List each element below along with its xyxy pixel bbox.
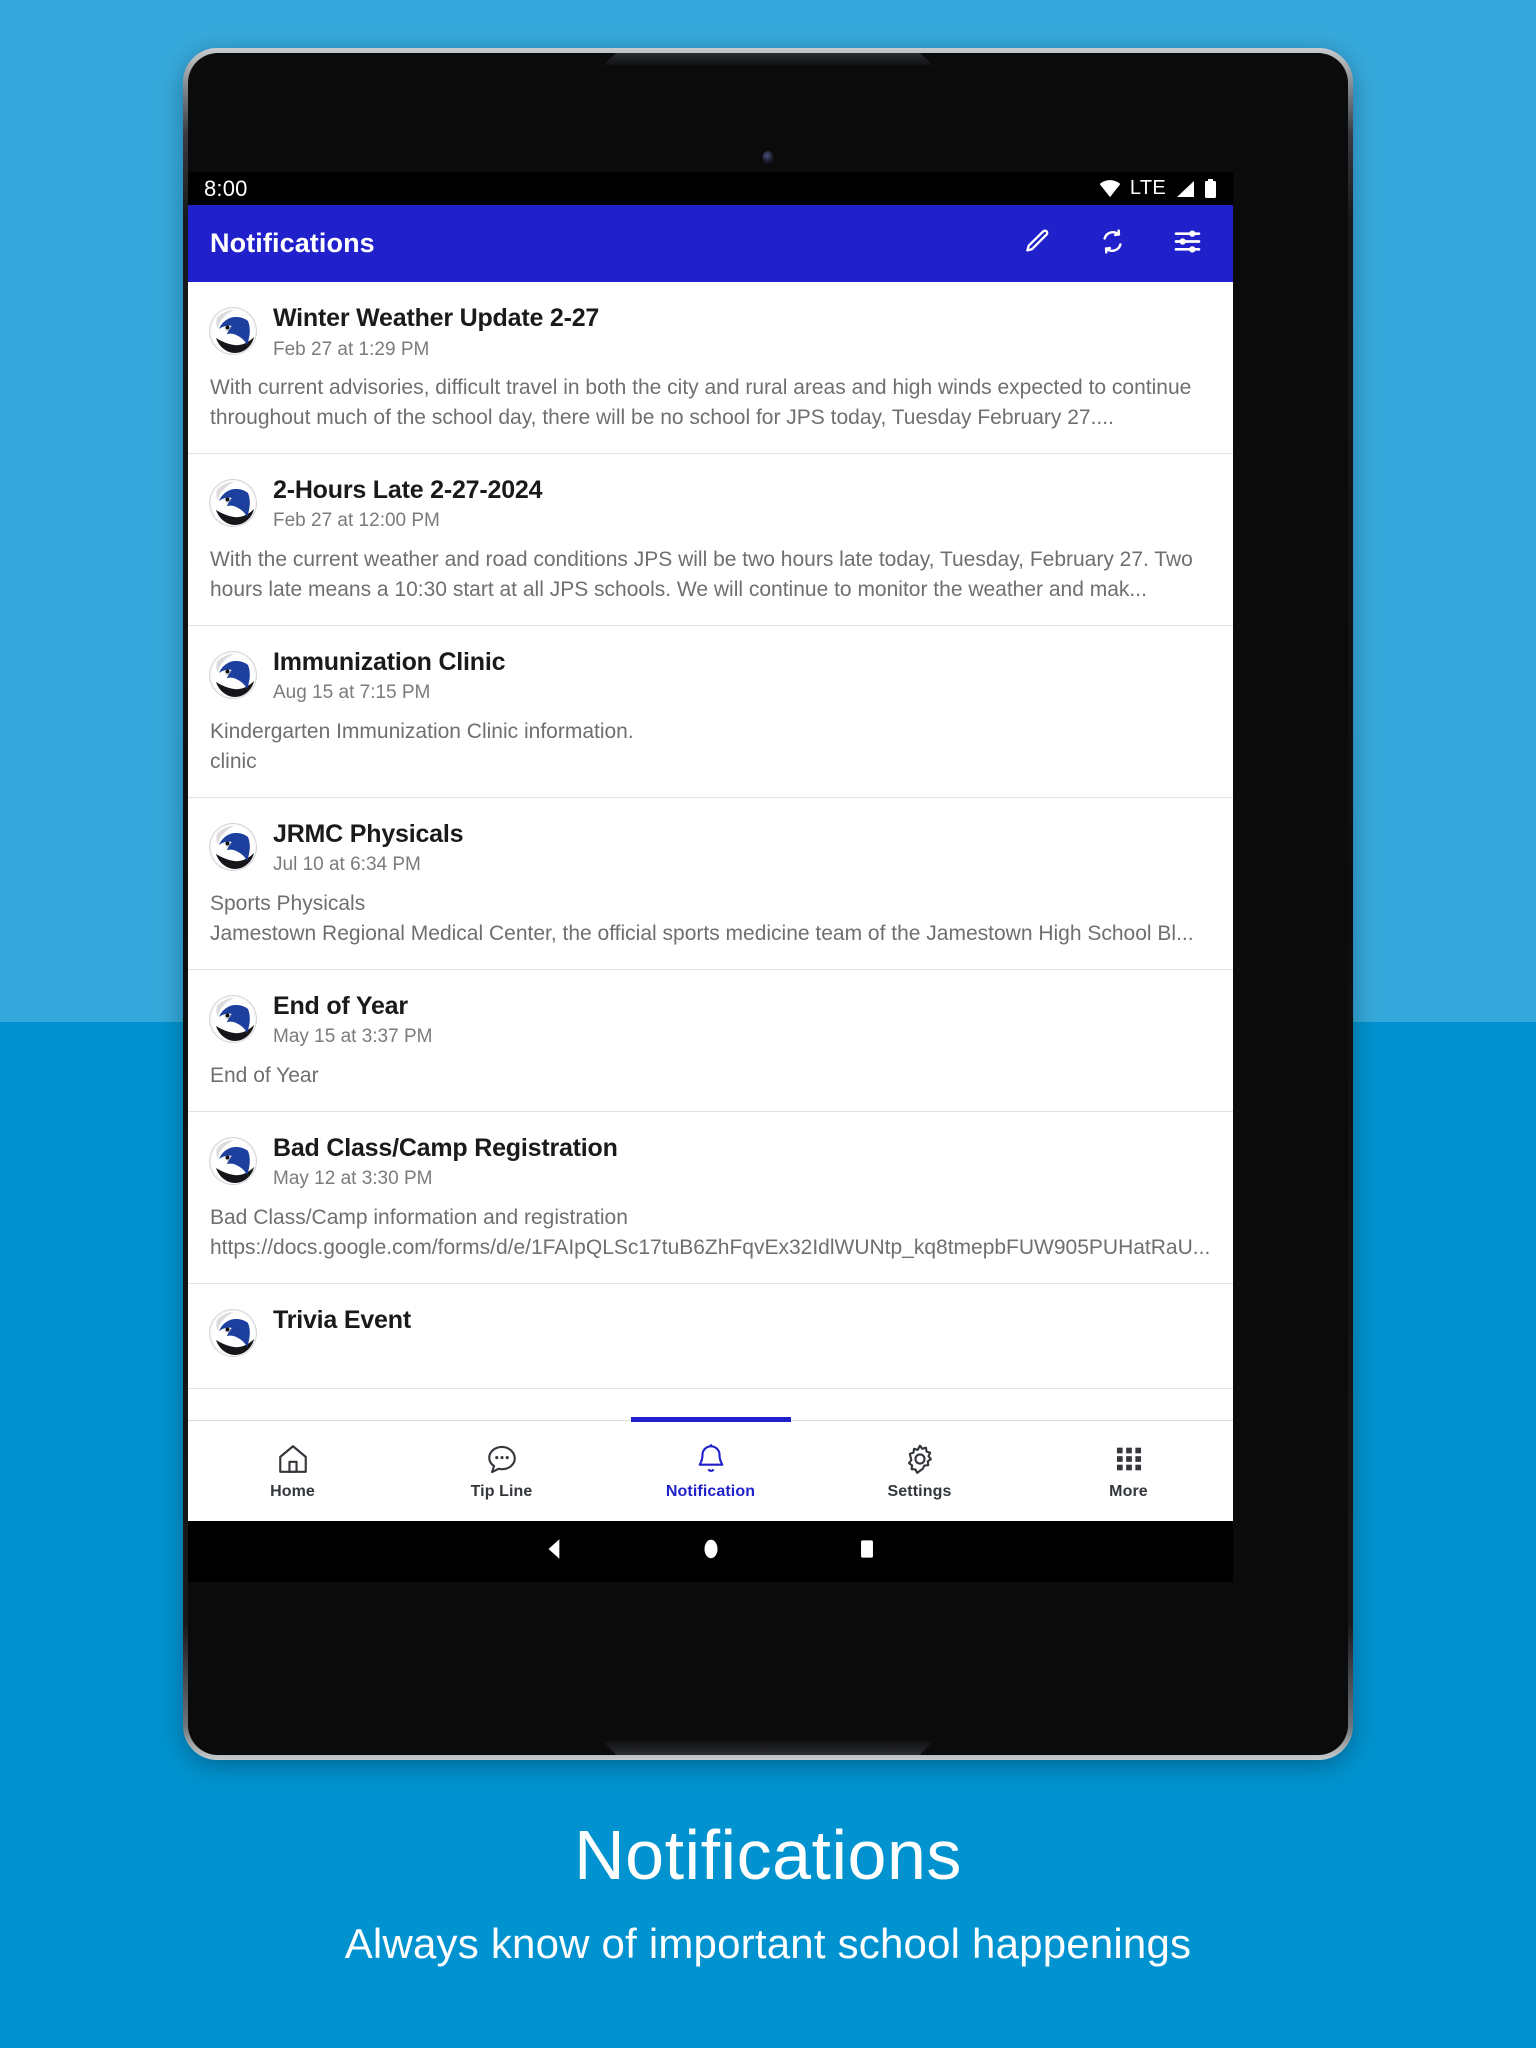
- notification-body: With the current weather and road condit…: [210, 548, 1193, 602]
- app-bar-actions: [1023, 227, 1202, 261]
- nav-label-tip-line: Tip Line: [470, 1482, 533, 1500]
- nav-label-home: Home: [270, 1482, 315, 1500]
- school-logo-icon: [210, 651, 256, 698]
- notification-body: Kindergarten Immunization Clinic informa…: [210, 720, 634, 773]
- app-bar: Notifications: [188, 205, 1233, 282]
- android-system-nav: [188, 1521, 1233, 1582]
- notification-title: End of Year: [273, 991, 408, 1020]
- edit-icon[interactable]: [1023, 227, 1052, 261]
- notification-list[interactable]: Winter Weather Update 2-27 Feb 27 at 1:2…: [188, 282, 1233, 1422]
- home-icon: [276, 1442, 310, 1476]
- notification-date: May 12 at 3:30 PM: [273, 1168, 433, 1190]
- notification-body: Sports Physicals Jamestown Regional Medi…: [210, 892, 1194, 945]
- recents-button[interactable]: [854, 1536, 880, 1567]
- caption-title: Notifications: [574, 1816, 962, 1894]
- notification-body: Bad Class/Camp information and registrat…: [210, 1206, 1211, 1259]
- grid-icon: [1112, 1442, 1146, 1476]
- school-logo-icon: [210, 479, 256, 526]
- notification-body: With current advisories, difficult trave…: [210, 376, 1192, 430]
- notification-title: JRMC Physicals: [273, 819, 464, 848]
- notification-body: End of Year: [210, 1063, 319, 1087]
- nav-label-notification: Notification: [665, 1482, 756, 1500]
- list-item[interactable]: Trivia Event: [188, 1283, 1233, 1389]
- notification-date: Feb 27 at 1:29 PM: [273, 338, 430, 360]
- notification-date: Jul 10 at 6:34 PM: [273, 854, 421, 876]
- notification-title: Bad Class/Camp Registration: [273, 1133, 618, 1162]
- chat-bubble-icon: [485, 1442, 519, 1476]
- notification-date: May 15 at 3:37 PM: [273, 1026, 433, 1048]
- lte-label: LTE: [1129, 177, 1166, 199]
- bottom-speaker-grille: [603, 1741, 933, 1755]
- notification-header: JRMC Physicals Jul 10 at 6:34 PM: [210, 820, 1211, 877]
- signal-icon: [1175, 180, 1195, 198]
- school-logo-icon: [210, 1137, 256, 1184]
- notification-header: Winter Weather Update 2-27 Feb 27 at 1:2…: [210, 304, 1211, 361]
- list-item[interactable]: Immunization Clinic Aug 15 at 7:15 PM Ki…: [188, 625, 1233, 798]
- front-camera-icon: [762, 151, 774, 164]
- nav-label-settings: Settings: [887, 1482, 952, 1500]
- notification-header: Bad Class/Camp Registration May 12 at 3:…: [210, 1134, 1211, 1191]
- list-item[interactable]: Bad Class/Camp Registration May 12 at 3:…: [188, 1111, 1233, 1284]
- gear-icon: [903, 1442, 937, 1476]
- list-item[interactable]: 2-Hours Late 2-27-2024 Feb 27 at 12:00 P…: [188, 453, 1233, 626]
- top-speaker-grille: [603, 53, 933, 65]
- list-item[interactable]: JRMC Physicals Jul 10 at 6:34 PM Sports …: [188, 797, 1233, 970]
- school-logo-icon: [210, 823, 256, 870]
- page-title: Notifications: [210, 228, 375, 258]
- status-bar: 8:00 LTE: [188, 172, 1233, 205]
- school-logo-icon: [210, 1309, 256, 1356]
- wifi-icon: [1099, 179, 1121, 198]
- nav-item-more[interactable]: More: [1024, 1421, 1233, 1521]
- status-time: 8:00: [204, 175, 248, 201]
- back-button[interactable]: [542, 1536, 568, 1567]
- list-item[interactable]: End of Year May 15 at 3:37 PM End of Yea…: [188, 969, 1233, 1112]
- battery-icon: [1204, 178, 1217, 199]
- bell-icon: [694, 1442, 728, 1476]
- nav-item-notification[interactable]: Notification: [606, 1417, 815, 1521]
- school-logo-icon: [210, 995, 256, 1042]
- notification-header: 2-Hours Late 2-27-2024 Feb 27 at 12:00 P…: [210, 476, 1211, 533]
- phone-screen: 8:00 LTE Notifications Winter Weather Up…: [188, 172, 1233, 1582]
- notification-header: Trivia Event: [210, 1306, 1211, 1356]
- caption: Notifications Always know of important s…: [0, 1820, 1536, 1968]
- nav-item-settings[interactable]: Settings: [815, 1421, 1024, 1521]
- notification-title: Immunization Clinic: [273, 647, 506, 676]
- nav-item-tip-line[interactable]: Tip Line: [397, 1421, 606, 1521]
- notification-header: Immunization Clinic Aug 15 at 7:15 PM: [210, 648, 1211, 705]
- home-button[interactable]: [698, 1536, 724, 1567]
- refresh-icon[interactable]: [1098, 227, 1127, 261]
- school-logo-icon: [210, 308, 256, 354]
- notification-date: Feb 27 at 12:00 PM: [273, 510, 440, 532]
- nav-label-more: More: [1109, 1482, 1148, 1500]
- list-item[interactable]: Winter Weather Update 2-27 Feb 27 at 1:2…: [188, 282, 1233, 454]
- filter-icon[interactable]: [1173, 227, 1202, 261]
- active-tab-indicator: [630, 1417, 791, 1422]
- notification-title: Winter Weather Update 2-27: [273, 304, 600, 332]
- status-icons: LTE: [1099, 177, 1217, 200]
- notification-title: 2-Hours Late 2-27-2024: [273, 475, 543, 504]
- caption-subtitle: Always know of important school happenin…: [344, 1920, 1192, 1967]
- bottom-navigation: Home Tip Line Notification Settings More: [188, 1417, 1233, 1521]
- notification-title: Trivia Event: [273, 1305, 411, 1334]
- nav-item-home[interactable]: Home: [188, 1421, 397, 1521]
- notification-header: End of Year May 15 at 3:37 PM: [210, 992, 1211, 1049]
- notification-date: Aug 15 at 7:15 PM: [273, 682, 431, 704]
